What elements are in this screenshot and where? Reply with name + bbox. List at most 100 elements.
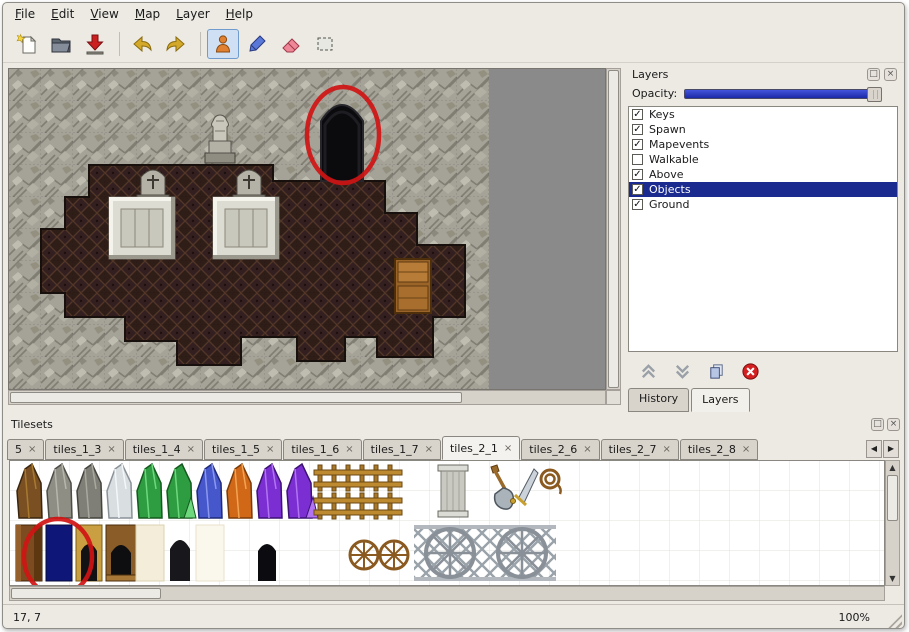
undo-button[interactable] — [126, 29, 158, 59]
layer-checkbox[interactable]: ✓ — [632, 199, 643, 210]
new-button[interactable] — [11, 29, 43, 59]
chevrons-down-icon — [673, 362, 692, 381]
tileset-view[interactable] — [9, 460, 885, 586]
lower-layer-button[interactable] — [668, 359, 696, 383]
tile-selected-navy[interactable] — [46, 525, 72, 581]
menu-map[interactable]: Map — [127, 5, 168, 23]
tab-close-icon[interactable]: × — [107, 444, 115, 455]
map-vscroll-thumb[interactable] — [608, 70, 619, 388]
tab-close-icon[interactable]: × — [266, 444, 274, 455]
tileset-tab[interactable]: tiles_1_4× — [125, 439, 203, 460]
map-hscroll-thumb[interactable] — [10, 392, 462, 403]
tab-close-icon[interactable]: × — [583, 444, 591, 455]
tab-close-icon[interactable]: × — [742, 444, 750, 455]
status-bar: 17, 7 100% — [3, 604, 904, 629]
tab-close-icon[interactable]: × — [425, 444, 433, 455]
layer-checkbox[interactable]: ✓ — [632, 169, 643, 180]
map-editor-window: File Edit View Map Layer Help — [2, 2, 905, 629]
tileset-canvas[interactable] — [10, 461, 885, 586]
tab-close-icon[interactable]: × — [504, 443, 512, 454]
select-rect-icon — [314, 33, 336, 55]
opacity-slider[interactable] — [684, 89, 882, 99]
raise-layer-button[interactable] — [634, 359, 662, 383]
tileset-tab[interactable]: tiles_2_7× — [601, 439, 679, 460]
delete-icon — [741, 362, 760, 381]
tileset-horizontal-scrollbar[interactable] — [9, 586, 885, 601]
map-vertical-scrollbar[interactable] — [606, 68, 621, 390]
layer-buttons — [634, 358, 770, 384]
layer-row-selected[interactable]: ✓ Objects — [629, 182, 897, 197]
tab-scroll-right-icon[interactable]: ▶ — [883, 440, 899, 458]
layer-row[interactable]: Walkable — [629, 152, 897, 167]
layer-checkbox[interactable] — [632, 154, 643, 165]
tab-close-icon[interactable]: × — [187, 444, 195, 455]
stamp-tool-button[interactable] — [207, 29, 239, 59]
tiles-hscroll-thumb[interactable] — [11, 588, 161, 599]
layer-checkbox[interactable]: ✓ — [632, 139, 643, 150]
tileset-tab[interactable]: 5× — [7, 439, 44, 460]
menu-view[interactable]: View — [82, 5, 126, 23]
layer-checkbox[interactable]: ✓ — [632, 109, 643, 120]
menu-help[interactable]: Help — [218, 5, 261, 23]
layer-name: Spawn — [649, 123, 686, 136]
map-canvas[interactable] — [9, 69, 489, 389]
panel-close-icon[interactable]: × — [884, 68, 897, 81]
tileset-tab[interactable]: tiles_2_8× — [680, 439, 758, 460]
map-horizontal-scrollbar[interactable] — [8, 390, 606, 405]
tileset-tab[interactable]: tiles_2_6 × — [521, 439, 599, 460]
tab-close-icon[interactable]: × — [345, 444, 353, 455]
open-folder-icon — [50, 33, 72, 55]
panel-float-icon[interactable]: □ — [867, 68, 880, 81]
opacity-slider-handle[interactable] — [867, 87, 882, 102]
redo-button[interactable] — [160, 29, 192, 59]
scroll-up-icon[interactable]: ▲ — [886, 461, 899, 474]
altar-right — [213, 197, 279, 259]
tab-scroll-left-icon[interactable]: ◀ — [866, 440, 882, 458]
scroll-down-icon[interactable]: ▼ — [886, 572, 899, 585]
layer-checkbox[interactable]: ✓ — [632, 184, 643, 195]
panel-close-icon[interactable]: × — [887, 418, 900, 431]
tileset-tab[interactable]: tiles_1_3× — [45, 439, 123, 460]
tab-label: tiles_2_6 — [529, 443, 577, 456]
eraser-tool-button[interactable] — [275, 29, 307, 59]
layer-name: Mapevents — [649, 138, 709, 151]
layer-row[interactable]: ✓ Spawn — [629, 122, 897, 137]
duplicate-icon — [707, 362, 726, 381]
duplicate-layer-button[interactable] — [702, 359, 730, 383]
tileset-tab-active[interactable]: tiles_2_1× — [442, 436, 520, 460]
layer-name: Walkable — [649, 153, 699, 166]
tab-history[interactable]: History — [628, 388, 689, 412]
layer-row[interactable]: ✓ Ground — [629, 197, 897, 212]
menu-edit[interactable]: Edit — [43, 5, 82, 23]
tab-close-icon[interactable]: × — [663, 444, 671, 455]
tiles-vscroll-thumb[interactable] — [887, 475, 898, 521]
tileset-tab[interactable]: tiles_1_6× — [283, 439, 361, 460]
layer-checkbox[interactable]: ✓ — [632, 124, 643, 135]
opacity-label: Opacity: — [632, 87, 677, 100]
menu-file[interactable]: File — [7, 5, 43, 23]
resize-grip[interactable] — [888, 614, 902, 628]
layer-name: Above — [649, 168, 684, 181]
tileset-tab[interactable]: tiles_1_7× — [363, 439, 441, 460]
layer-row[interactable]: ✓ Above — [629, 167, 897, 182]
tab-close-icon[interactable]: × — [28, 444, 36, 455]
layer-row[interactable]: ✓ Mapevents — [629, 137, 897, 152]
layer-list[interactable]: ✓ Keys ✓ Spawn ✓ Mapevents Walkable ✓ Ab… — [628, 106, 898, 352]
brush-tool-button[interactable] — [241, 29, 273, 59]
tab-layers[interactable]: Layers — [691, 388, 749, 412]
tileset-tab[interactable]: tiles_1_5× — [204, 439, 282, 460]
open-button[interactable] — [45, 29, 77, 59]
select-tool-button[interactable] — [309, 29, 341, 59]
save-button[interactable] — [79, 29, 111, 59]
panel-float-icon[interactable]: □ — [871, 418, 884, 431]
map-viewport[interactable] — [8, 68, 606, 390]
menu-layer[interactable]: Layer — [168, 5, 217, 23]
layers-panel-tabs: History Layers — [628, 388, 752, 412]
tile-metal-lattice — [414, 525, 556, 581]
tileset-vertical-scrollbar[interactable]: ▲ ▼ — [885, 460, 900, 586]
tile-column — [438, 465, 468, 517]
delete-layer-button[interactable] — [736, 359, 764, 383]
tab-label: 5 — [15, 443, 22, 456]
tile-cream — [136, 525, 164, 581]
layer-row[interactable]: ✓ Keys — [629, 107, 897, 122]
